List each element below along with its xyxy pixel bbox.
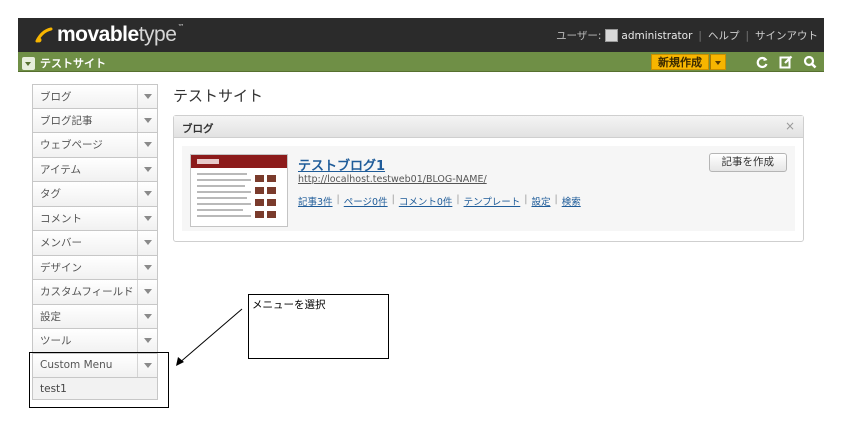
site-switcher[interactable]: テストサイト <box>22 55 106 71</box>
entries-count-link[interactable]: 記事3件 <box>298 194 333 208</box>
new-create-dropdown-icon[interactable] <box>710 54 726 70</box>
movabletype-logo[interactable]: movable type ™ <box>34 23 184 47</box>
user-nav: ユーザー: administrator | ヘルプ | サインアウト <box>556 28 818 43</box>
thumbnail-line <box>197 203 251 205</box>
blog-thumbnail[interactable] <box>190 154 288 227</box>
username-link[interactable]: administrator <box>621 30 692 42</box>
sidebar-item-label: ツール <box>40 335 72 348</box>
user-label: ユーザー: <box>556 30 602 42</box>
thumbnail-image <box>255 187 264 194</box>
refresh-icon[interactable] <box>750 53 774 71</box>
link-separator: | <box>456 194 460 205</box>
thumbnail-image <box>267 175 276 182</box>
thumbnail-image <box>267 211 276 218</box>
page-title: テストサイト <box>173 87 264 105</box>
thumbnail-line <box>197 173 247 175</box>
logo-trademark: ™ <box>177 23 185 31</box>
link-separator: | <box>336 194 340 205</box>
sidebar-item-label: ブログ <box>40 90 72 103</box>
thumbnail-line <box>197 191 251 193</box>
sidebar-item-entries[interactable]: ブログ記事 <box>32 108 158 133</box>
thumbnail-image <box>267 199 276 206</box>
sidebar-item-label: メンバー <box>40 237 82 250</box>
annotation-callout: メニューを選択 <box>248 294 389 359</box>
sidebar-item-label: デザイン <box>40 261 82 274</box>
chevron-down-icon[interactable] <box>137 85 157 108</box>
chevron-down-icon[interactable] <box>137 133 157 157</box>
sidebar-item-assets[interactable]: アイテム <box>32 157 158 182</box>
link-separator: | <box>524 194 528 205</box>
sidebar-item-comments[interactable]: コメント <box>32 206 158 231</box>
pages-count-link[interactable]: ページ0件 <box>344 194 388 208</box>
signout-link[interactable]: サインアウト <box>755 28 818 43</box>
sidebar-item-tools[interactable]: ツール <box>32 329 158 354</box>
sidebar-item-label: ブログ記事 <box>40 114 93 127</box>
edit-icon[interactable] <box>774 53 798 71</box>
thumbnail-image <box>267 187 276 194</box>
dropdown-icon <box>22 56 35 70</box>
sidebar-item-settings[interactable]: 設定 <box>32 304 158 329</box>
sidebar-item-design[interactable]: デザイン <box>32 255 158 280</box>
chevron-down-icon[interactable] <box>137 108 157 132</box>
thumbnail-line <box>197 209 243 211</box>
link-separator: | <box>391 194 395 205</box>
close-icon[interactable]: × <box>785 119 795 133</box>
chevron-down-icon[interactable] <box>137 157 157 181</box>
annotation-highlight-frame <box>29 352 169 408</box>
nav-separator: | <box>745 29 749 42</box>
site-bar: テストサイト 新規作成 <box>18 52 824 72</box>
logo-text-thin: type <box>138 23 177 46</box>
help-link[interactable]: ヘルプ <box>708 28 740 43</box>
blog-url-link[interactable]: http://localhost.testweb01/BLOG-NAME/ <box>298 174 487 185</box>
link-separator: | <box>554 194 558 205</box>
sidebar-item-members[interactable]: メンバー <box>32 231 158 256</box>
settings-link[interactable]: 設定 <box>531 194 550 208</box>
sidebar-item-pages[interactable]: ウェブページ <box>32 133 158 158</box>
blog-name-link[interactable]: テストブログ1 <box>298 155 385 174</box>
logo-text-bold: movable <box>57 23 139 46</box>
thumbnail-line <box>197 179 251 181</box>
sidebar-item-label: ウェブページ <box>40 139 103 152</box>
chevron-down-icon[interactable] <box>137 255 157 279</box>
search-icon[interactable] <box>798 53 822 71</box>
tool-icons <box>750 53 822 71</box>
sidebar-item-label: コメント <box>40 212 82 225</box>
thumbnail-line <box>197 197 247 199</box>
sidebar-item-label: アイテム <box>40 163 81 176</box>
top-bar: movable type ™ ユーザー: administrator | ヘルプ… <box>18 18 824 52</box>
chevron-down-icon[interactable] <box>137 280 157 304</box>
site-name: テストサイト <box>40 57 106 70</box>
templates-link[interactable]: テンプレート <box>464 194 521 208</box>
thumbnail-line <box>197 185 245 187</box>
chevron-down-icon[interactable] <box>137 231 157 255</box>
comments-count-link[interactable]: コメント0件 <box>399 194 453 208</box>
sidebar-item-blog[interactable]: ブログ <box>32 84 158 109</box>
thumbnail-image <box>255 211 264 218</box>
thumbnail-image <box>255 199 264 206</box>
nav-separator: | <box>698 29 702 42</box>
blog-quick-links: 記事3件 | ページ0件 | コメント0件 | テンプレート | 設定 | 検索 <box>298 194 581 208</box>
search-link[interactable]: 検索 <box>562 194 581 208</box>
user-avatar-icon <box>605 29 619 42</box>
blog-widget: ブログ × テストブログ1 http://localhost.testweb01… <box>173 115 804 242</box>
chevron-down-icon[interactable] <box>137 329 157 353</box>
widget-header: ブログ × <box>174 116 803 138</box>
sidebar-item-tags[interactable]: タグ <box>32 182 158 207</box>
new-create-label: 新規作成 <box>651 54 709 70</box>
thumbnail-line <box>197 215 251 217</box>
sidebar-item-label: 設定 <box>40 310 61 323</box>
logo-mark-icon <box>35 27 53 43</box>
thumbnail-header <box>191 155 287 168</box>
sidebar-item-label: タグ <box>40 188 61 201</box>
write-entry-button[interactable]: 記事を作成 <box>708 153 787 172</box>
sidebar-item-label: カスタムフィールド <box>40 286 134 299</box>
chevron-down-icon[interactable] <box>137 304 157 328</box>
chevron-down-icon[interactable] <box>137 182 157 206</box>
sidebar-item-custom-fields[interactable]: カスタムフィールド <box>32 280 158 305</box>
new-create-button[interactable]: 新規作成 <box>651 54 726 70</box>
chevron-down-icon[interactable] <box>137 206 157 230</box>
thumbnail-image <box>255 175 264 182</box>
blog-row: テストブログ1 http://localhost.testweb01/BLOG-… <box>182 146 795 231</box>
widget-title: ブログ <box>182 123 214 135</box>
